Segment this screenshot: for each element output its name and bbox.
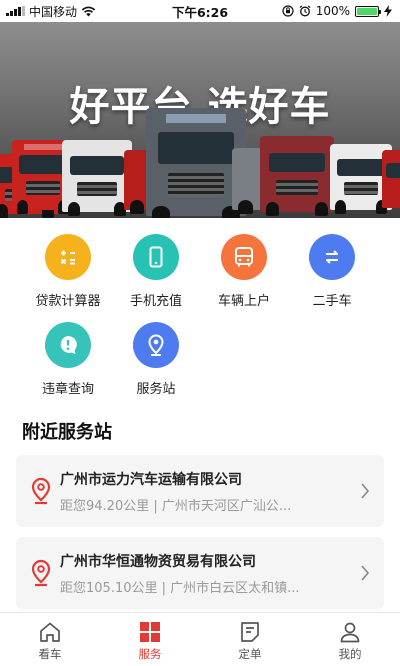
service-label: 二手车 — [312, 294, 352, 309]
location-pin-icon — [31, 477, 51, 505]
truck-image — [62, 140, 132, 216]
rotation-lock-icon — [282, 5, 294, 17]
service-label: 手机充值 — [129, 294, 182, 309]
service-label: 违章查询 — [41, 382, 94, 397]
chevron-right-icon — [361, 565, 370, 581]
service-label: 服务站 — [136, 382, 176, 397]
service-service-station[interactable]: 服务站 — [112, 322, 200, 397]
home-icon — [40, 622, 60, 642]
promo-banner[interactable]: 好平台 选好车 — [0, 22, 400, 218]
station-name: 广州市运力汽车运输有限公司 — [60, 472, 242, 488]
service-label: 车辆上户 — [217, 294, 270, 309]
location-pin-icon — [31, 559, 51, 587]
status-bar: 中国移动 下午6:26 100% — [0, 0, 400, 22]
service-phone-recharge[interactable]: 手机充值 — [112, 234, 200, 309]
calculator-icon — [45, 234, 91, 280]
bus-icon — [221, 234, 267, 280]
tab-label: 看车 — [38, 647, 62, 661]
tab-services[interactable]: 服务 — [100, 613, 200, 666]
service-loan-calculator[interactable]: 贷款计算器 — [24, 234, 112, 309]
order-icon — [241, 622, 259, 642]
service-violation-query[interactable]: 违章查询 — [24, 322, 112, 397]
truck-image — [382, 150, 400, 208]
truck-image — [232, 148, 262, 214]
battery-percent: 100% — [315, 4, 350, 18]
wifi-icon — [81, 6, 96, 16]
tab-browse-cars[interactable]: 看车 — [0, 613, 100, 666]
station-detail: 距您105.10公里 | 广州市白云区太和镇... — [60, 581, 300, 596]
carrier-label: 中国移动 — [29, 4, 78, 19]
station-card[interactable]: 广州市运力汽车运输有限公司 距您94.20公里 | 广州市天河区广汕公... — [16, 455, 384, 527]
alert-bubble-icon — [45, 322, 91, 368]
chevron-right-icon — [361, 483, 370, 499]
tab-orders[interactable]: 定单 — [200, 613, 300, 666]
battery-icon — [355, 5, 381, 17]
tab-label: 定单 — [238, 647, 262, 661]
tab-profile[interactable]: 我的 — [300, 613, 400, 666]
station-name: 广州市华恒通物资贸易有限公司 — [60, 554, 256, 570]
tab-label: 我的 — [338, 647, 362, 661]
bottom-tab-bar: 看车 服务 定单 我的 — [0, 612, 400, 666]
service-used-cars[interactable]: 二手车 — [288, 234, 376, 309]
location-icon — [133, 322, 179, 368]
truck-image — [260, 136, 334, 216]
alarm-icon — [299, 5, 311, 17]
nearby-section-title: 附近服务站 — [22, 422, 112, 443]
user-icon — [340, 622, 360, 643]
clock: 下午6:26 — [171, 4, 229, 20]
phone-icon — [133, 234, 179, 280]
truck-image — [146, 108, 246, 218]
grid-icon — [140, 622, 160, 642]
signal-icon — [6, 6, 25, 16]
service-label: 贷款计算器 — [35, 294, 101, 309]
tab-label: 服务 — [138, 647, 162, 661]
charging-icon — [384, 5, 392, 17]
exchange-icon — [309, 234, 355, 280]
service-vehicle-registration[interactable]: 车辆上户 — [200, 234, 288, 309]
station-detail: 距您94.20公里 | 广州市天河区广汕公... — [60, 499, 292, 514]
station-card[interactable]: 广州市华恒通物资贸易有限公司 距您105.10公里 | 广州市白云区太和镇... — [16, 537, 384, 609]
